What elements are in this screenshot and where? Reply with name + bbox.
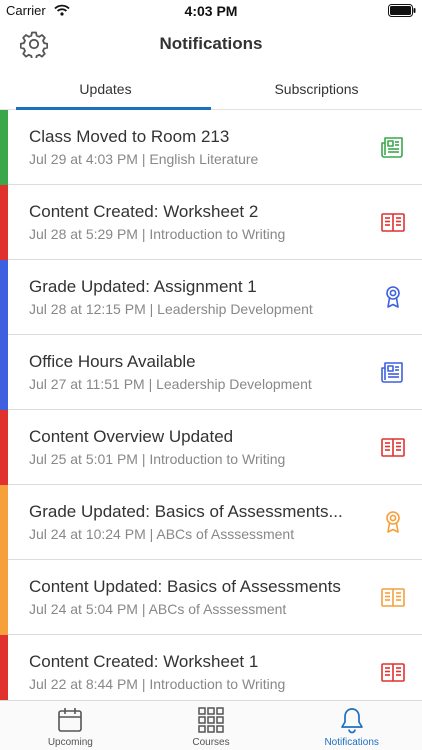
notification-subtitle: Jul 27 at 11:51 PM | Leadership Developm… (29, 376, 312, 392)
notification-row[interactable]: Grade Updated: Assignment 1 Jul 28 at 12… (0, 260, 422, 335)
tabbar-item-notifications[interactable]: Notifications (281, 701, 422, 750)
notification-subtitle: Jul 24 at 5:04 PM | ABCs of Asssessment (29, 601, 287, 617)
award-ribbon-icon (386, 511, 400, 533)
status-bar: Carrier 4:03 PM (0, 0, 422, 22)
tab-subscriptions[interactable]: Subscriptions (211, 70, 422, 109)
notification-row[interactable]: Office Hours Available Jul 27 at 11:51 P… (0, 335, 422, 410)
tabbar-label: Notifications (324, 737, 379, 748)
notification-subtitle: Jul 25 at 5:01 PM | Introduction to Writ… (29, 451, 286, 467)
book-icon (381, 438, 405, 457)
notification-row[interactable]: Content Updated: Basics of Assessments J… (0, 560, 422, 635)
notification-row[interactable]: Content Created: Worksheet 1 Jul 22 at 8… (0, 635, 422, 700)
segment-tabs: Updates Subscriptions (0, 70, 422, 110)
grid-icon (198, 707, 224, 733)
notification-list: Class Moved to Room 213 Jul 29 at 4:03 P… (0, 110, 422, 700)
newspaper-icon (381, 362, 403, 383)
book-icon (381, 213, 405, 232)
bell-icon (340, 708, 363, 734)
notification-title: Content Overview Updated (29, 427, 234, 446)
notification-title: Grade Updated: Basics of Assessments... (29, 502, 343, 521)
book-icon (381, 588, 405, 607)
calendar-icon (58, 708, 83, 732)
tabbar-item-courses[interactable]: Courses (141, 701, 282, 750)
notification-subtitle: Jul 24 at 10:24 PM | ABCs of Asssessment (29, 526, 295, 542)
notification-title: Office Hours Available (29, 352, 196, 371)
tabbar-label: Courses (192, 737, 230, 748)
bottom-tab-bar: Upcoming Courses Notifications (0, 700, 422, 750)
notification-subtitle: Jul 22 at 8:44 PM | Introduction to Writ… (29, 676, 286, 692)
category-color-bar (0, 410, 8, 485)
notification-title: Class Moved to Room 213 (29, 127, 230, 146)
status-time: 4:03 PM (184, 3, 238, 19)
battery-icon (388, 4, 416, 17)
book-icon (381, 663, 405, 682)
notification-row[interactable]: Grade Updated: Basics of Assessments... … (0, 485, 422, 560)
nav-bar: Notifications (0, 22, 422, 66)
category-color-bar (0, 110, 8, 185)
notification-title: Content Created: Worksheet 1 (29, 652, 259, 671)
notification-row[interactable]: Content Overview Updated Jul 25 at 5:01 … (0, 410, 422, 485)
category-color-bar (0, 185, 8, 260)
tabbar-item-upcoming[interactable]: Upcoming (0, 701, 141, 750)
award-ribbon-icon (386, 286, 400, 308)
category-color-bar (0, 335, 8, 410)
category-color-bar (0, 560, 8, 635)
category-color-bar (0, 635, 8, 700)
newspaper-icon (381, 137, 403, 158)
notification-subtitle: Jul 28 at 5:29 PM | Introduction to Writ… (29, 226, 286, 242)
tabbar-label: Upcoming (47, 737, 93, 748)
notification-row[interactable]: Class Moved to Room 213 Jul 29 at 4:03 P… (0, 110, 422, 185)
notification-title: Content Updated: Basics of Assessments (29, 577, 341, 596)
notification-title: Grade Updated: Assignment 1 (29, 277, 257, 296)
notification-subtitle: Jul 29 at 4:03 PM | English Literature (29, 151, 259, 167)
notification-subtitle: Jul 28 at 12:15 PM | Leadership Developm… (29, 301, 313, 317)
category-color-bar (0, 485, 8, 560)
notification-row[interactable]: Content Created: Worksheet 2 Jul 28 at 5… (0, 185, 422, 260)
page-title: Notifications (159, 34, 263, 53)
category-color-bar (0, 260, 8, 335)
notification-title: Content Created: Worksheet 2 (29, 202, 259, 221)
tab-updates[interactable]: Updates (0, 70, 211, 110)
